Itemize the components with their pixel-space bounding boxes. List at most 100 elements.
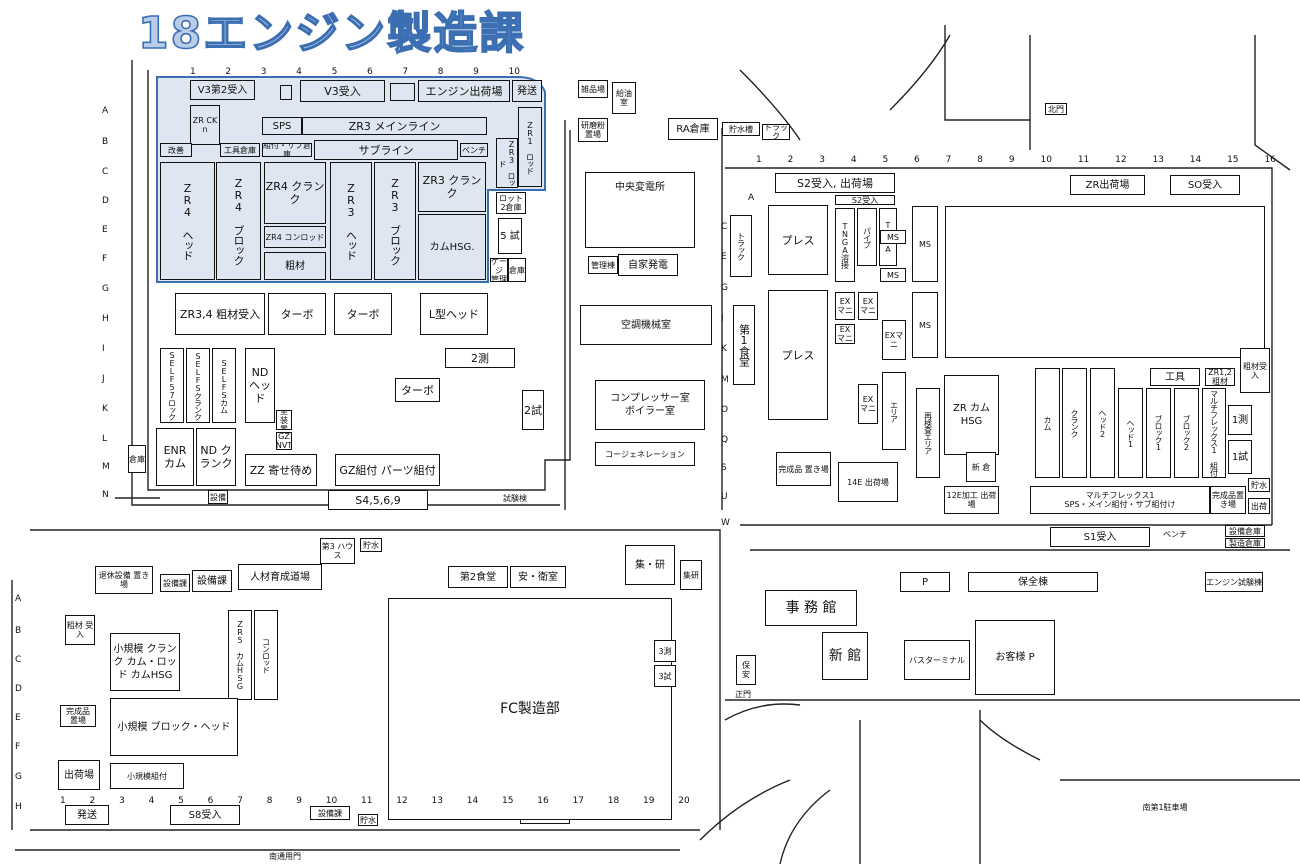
14e-ship[interactable]: 14E 出荷場 [838, 462, 898, 502]
block2-line[interactable]: ブロック2 [1174, 388, 1199, 478]
s8-recv[interactable]: S8受入 [170, 805, 240, 825]
12e-ship[interactable]: 12E加工 出荷場 [944, 486, 999, 514]
zr4-conrod[interactable]: ZR4 コンロッド [264, 226, 326, 248]
small-crank[interactable]: 小規模 クランク カム・ロッド カムHSG [110, 633, 180, 691]
press-1[interactable]: プレス [768, 205, 828, 275]
zrckn-area[interactable]: ZR CK n [190, 105, 220, 145]
zr5-conrod[interactable]: コンロッド [254, 610, 278, 700]
zr4-head[interactable]: ZR4 ヘッド [160, 162, 215, 280]
zr3-mainline[interactable]: ZR3 メインライン [302, 117, 487, 135]
guest-parking[interactable]: お客様 P [975, 620, 1055, 695]
zr3-crank[interactable]: ZR3 クランク [418, 162, 486, 212]
finished-goods-2[interactable]: 完成品置 き場 [1210, 486, 1246, 514]
gz-assembly[interactable]: GZ組付 パーツ組付 [335, 454, 440, 486]
test1-measure[interactable]: 1測 [1228, 405, 1252, 435]
aircon-room[interactable]: 空調機械室 [580, 305, 712, 345]
finished-goods[interactable]: 完成品 置き場 [776, 452, 831, 486]
ms-4[interactable]: MS [912, 292, 938, 358]
hr-dojo[interactable]: 人材育成道場 [238, 564, 322, 590]
l-head[interactable]: L型ヘッド [420, 293, 488, 335]
zr3-rod[interactable]: ZR3 ロッド [496, 138, 518, 188]
sps-area[interactable]: SPS [262, 117, 302, 135]
zr3-block[interactable]: ZR3 ブロック [374, 162, 416, 280]
area-e[interactable]: エリア [882, 372, 906, 450]
raw-recv-east[interactable]: 粗材受入 [1240, 348, 1270, 393]
ms-3[interactable]: MS [912, 206, 938, 282]
self-block[interactable]: SELF57ロック [160, 348, 184, 423]
p-parking[interactable]: P [900, 572, 950, 592]
zr-cam-hsg[interactable]: ZR カムHSG [944, 375, 999, 455]
turbo-1[interactable]: ターボ [268, 293, 326, 335]
test1-trial[interactable]: 1試 [1228, 440, 1252, 474]
test2-measure[interactable]: 2測 [445, 348, 515, 368]
zr5-cam[interactable]: ZR5 カムHSG [228, 610, 252, 700]
test5[interactable]: 5 試 [498, 218, 522, 254]
head2-line[interactable]: ヘッド2 [1090, 368, 1115, 478]
so-recv[interactable]: SO受入 [1170, 175, 1240, 195]
turbo-2[interactable]: ターボ [334, 293, 392, 335]
small-asm[interactable]: 小規模組付 [110, 763, 184, 789]
diner-2[interactable]: 第2食堂 [448, 566, 508, 588]
s2-recv-ship[interactable]: S2受入, 出荷場 [775, 173, 895, 193]
office-building[interactable]: 事 務 館 [765, 590, 857, 626]
multi-assembly[interactable]: マルチフレックス1 組付 [1202, 388, 1226, 478]
kenshu-1[interactable]: 集・研 [625, 545, 675, 585]
nd-head[interactable]: ND ヘッド [245, 348, 275, 423]
cogeneration[interactable]: コージェネレーション [595, 442, 695, 466]
press-2[interactable]: プレス [768, 290, 828, 420]
test3-measure[interactable]: 3測 [654, 640, 676, 662]
cam-hsg[interactable]: カムHSG. [418, 214, 486, 280]
self-cam[interactable]: SELFSカム [212, 348, 236, 423]
diner-1[interactable]: 第1食堂 [733, 305, 755, 385]
v3-recv[interactable]: V3受入 [300, 80, 385, 102]
zr12-raw[interactable]: ZR1,2 粗材 [1205, 368, 1235, 386]
row-label: G [721, 283, 728, 293]
zr-ship-area[interactable]: ZR出荷場 [1070, 175, 1145, 195]
zr4-block[interactable]: ZR4 ブロック [216, 162, 261, 280]
retire-eq[interactable]: 退休設備 置き場 [95, 566, 153, 594]
enr-cam[interactable]: ENR カム [156, 428, 194, 486]
test2-trial[interactable]: 2試 [522, 390, 544, 430]
ship-place[interactable]: 出荷場 [58, 760, 100, 790]
cam-line[interactable]: カム [1035, 368, 1060, 478]
bus-terminal[interactable]: バスターミナル [904, 640, 970, 680]
v3-sub-recv[interactable]: V3第2受入 [190, 80, 255, 100]
turbo-3[interactable]: ターボ [395, 378, 440, 402]
diner3-house[interactable]: 第3 ハウス [320, 538, 355, 564]
multi-sps[interactable]: マルチフレックス1 SPS・メイン組付・サブ組付け [1030, 486, 1210, 514]
engine-test-building[interactable]: エンジン試験棟 [1205, 572, 1263, 592]
compressor-boiler[interactable]: コンプレッサー室 ボイラー室 [595, 380, 705, 430]
zr1-rod[interactable]: ZR1 ロッド [518, 107, 542, 187]
zr4-crank[interactable]: ZR4 クランク [264, 162, 326, 224]
nd-crank[interactable]: ND クランク [196, 428, 236, 486]
head1-line[interactable]: ヘッド1 [1118, 388, 1143, 478]
subline[interactable]: サブライン [314, 140, 458, 160]
test3-trial[interactable]: 3試 [654, 665, 676, 687]
hasso[interactable]: 発送 [65, 805, 109, 825]
zr3-head[interactable]: ZR3 ヘッド [330, 162, 372, 280]
ship-area[interactable]: 発送 [512, 80, 542, 102]
retest-area[interactable]: 再検査エリア [916, 388, 940, 478]
substation[interactable]: 中央変電所 [585, 172, 695, 248]
block1-line[interactable]: ブロック1 [1146, 388, 1171, 478]
self-crank[interactable]: SELFSクランク [186, 348, 210, 423]
col-label: 12 [1115, 155, 1127, 165]
s1-recv[interactable]: S1受入 [1050, 527, 1150, 547]
ra-warehouse[interactable]: RA倉庫 [668, 118, 718, 140]
s4569-area[interactable]: S4,5,6,9 [328, 490, 428, 510]
safety-room[interactable]: 安・衛室 [510, 566, 566, 588]
maintenance-building[interactable]: 保全棟 [968, 572, 1098, 592]
eq-dept-2[interactable]: 設備課 [192, 570, 232, 592]
zr34-raw-recv[interactable]: ZR3,4 粗材受入 [175, 293, 265, 335]
raw-recv-south[interactable]: 粗材 受入 [65, 615, 95, 645]
fc-division[interactable]: FC製造部 [388, 598, 672, 820]
small-block-head[interactable]: 小規模 ブロック・ヘッド [110, 698, 238, 756]
self-power[interactable]: 自家発電 [618, 254, 678, 276]
tnga-weld[interactable]: TNGA溶接 [835, 208, 855, 282]
crank-line[interactable]: クランク [1062, 368, 1087, 478]
new-hall[interactable]: 新 館 [822, 632, 868, 680]
zz-area[interactable]: ZZ 寄せ待め [245, 454, 317, 486]
engine-ship-area[interactable]: エンジン出荷場 [418, 80, 510, 102]
raw-material[interactable]: 粗材 [264, 252, 326, 280]
row-label: I [102, 344, 105, 354]
